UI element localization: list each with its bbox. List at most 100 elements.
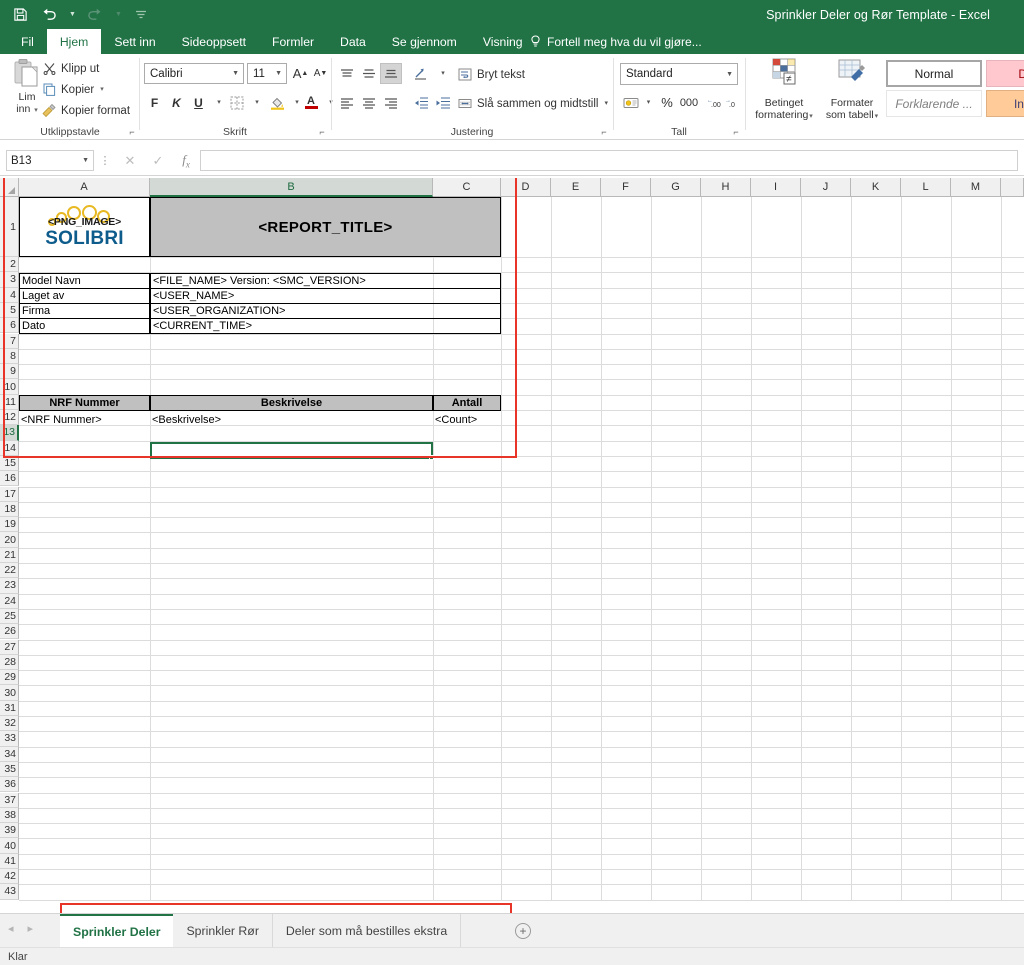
row-header-17[interactable]: 17 [0, 486, 19, 502]
cell-style-forklarende[interactable]: Forklarende ... [886, 90, 982, 117]
sheet-tab-deler-ekstra[interactable]: Deler som må bestilles ekstra [273, 914, 462, 948]
cell-style-darlig[interactable]: Dårlig [986, 60, 1024, 87]
decrease-font-size-button[interactable]: A ▼ [310, 63, 331, 84]
align-middle-icon[interactable] [358, 63, 380, 84]
accounting-format-icon[interactable] [620, 92, 642, 113]
row-header-30[interactable]: 30 [0, 685, 19, 701]
cell-a3[interactable]: Model Navn [19, 273, 150, 289]
row-header-6[interactable]: 6 [0, 318, 19, 334]
align-bottom-icon[interactable] [380, 63, 402, 84]
align-center-icon[interactable] [358, 92, 380, 113]
format-painter-button[interactable]: Kopier format [42, 100, 130, 121]
row-header-9[interactable]: 9 [0, 364, 19, 380]
font-dialog-launcher[interactable]: ⌐ [317, 127, 327, 137]
name-box-dropdown-icon[interactable]: ▼ [82, 157, 89, 164]
align-left-icon[interactable] [336, 92, 358, 113]
row-header-26[interactable]: 26 [0, 624, 19, 640]
cell-a4[interactable]: Laget av [19, 288, 150, 304]
copy-button[interactable]: Kopier ▾ [42, 79, 130, 100]
ribbon-tab-data[interactable]: Data [327, 29, 379, 54]
row-header-40[interactable]: 40 [0, 838, 19, 854]
cell-a5[interactable]: Firma [19, 303, 150, 319]
column-header-n[interactable] [1001, 178, 1024, 197]
row-header-21[interactable]: 21 [0, 547, 19, 563]
cell-c11[interactable]: <Count> [433, 412, 501, 427]
underline-button[interactable]: U [188, 92, 209, 113]
row-header-19[interactable]: 19 [0, 517, 19, 533]
column-header-l[interactable]: L [901, 178, 951, 197]
redo-dropdown-icon[interactable]: ▼ [115, 11, 122, 18]
bold-button[interactable]: F [144, 92, 165, 113]
borders-icon[interactable] [226, 92, 248, 113]
confirm-icon[interactable]: ✓ [144, 153, 172, 169]
row-header-14[interactable]: 14 [0, 440, 19, 456]
wrap-text-button[interactable]: Bryt tekst [458, 64, 525, 85]
select-all-corner[interactable] [0, 178, 19, 197]
row-header-38[interactable]: 38 [0, 807, 19, 824]
redo-icon[interactable] [85, 5, 105, 25]
row-header-2[interactable]: 2 [0, 257, 19, 273]
cell-b10-header[interactable]: Beskrivelse [150, 395, 433, 411]
orientation-dropdown-icon[interactable]: ▾ [432, 63, 453, 84]
increase-indent-icon[interactable] [432, 92, 454, 113]
tell-me-box[interactable]: Fortell meg hva du vil gjøre... [530, 29, 702, 54]
column-header-c[interactable]: C [433, 178, 501, 197]
merge-center-dropdown-icon[interactable]: ▾ [604, 100, 608, 107]
cell-a1-logo[interactable]: <PNG_IMAGE> SOLIBRI [19, 197, 150, 257]
row-header-12[interactable]: 12 [0, 410, 19, 426]
alignment-dialog-launcher[interactable]: ⌐ [599, 127, 609, 137]
row-header-34[interactable]: 34 [0, 746, 19, 762]
decrease-indent-icon[interactable] [410, 92, 432, 113]
customize-qat-icon[interactable] [131, 5, 151, 25]
row-header-4[interactable]: 4 [0, 287, 19, 303]
row-header-10[interactable]: 10 [0, 379, 19, 395]
cell-b11[interactable]: <Beskrivelse> [150, 412, 433, 427]
ribbon-tab-fil[interactable]: Fil [8, 29, 47, 54]
row-header-27[interactable]: 27 [0, 639, 19, 655]
sheet-tab-sprinkler-ror[interactable]: Sprinkler Rør [173, 914, 273, 948]
column-header-m[interactable]: M [951, 178, 1001, 197]
number-format-dropdown-icon[interactable]: ▼ [726, 71, 733, 78]
row-header-43[interactable]: 43 [0, 884, 19, 900]
name-box[interactable]: B13 ▼ [6, 150, 94, 171]
format-as-table-button[interactable]: Formater som tabell▾ [822, 57, 882, 129]
ribbon-tab-hjem[interactable]: Hjem [46, 29, 102, 54]
row-header-7[interactable]: 7 [0, 333, 19, 349]
increase-decimal-icon[interactable]: → .0 [724, 92, 742, 113]
fill-handle[interactable] [429, 455, 434, 460]
increase-font-size-button[interactable]: A ▲ [290, 63, 311, 84]
decrease-decimal-icon[interactable]: ← .00 [706, 92, 724, 113]
undo-icon[interactable] [39, 5, 59, 25]
conditional-formatting-button[interactable]: ≠ Betinget formatering▾ [754, 57, 814, 129]
row-header-1[interactable]: 1 [0, 197, 19, 257]
merge-center-button[interactable]: Slå sammen og midtstill ▾ [458, 93, 608, 114]
row-header-31[interactable]: 31 [0, 700, 19, 716]
cell-style-inndata[interactable]: Inndata [986, 90, 1024, 117]
clipboard-dialog-launcher[interactable]: ⌐ [127, 127, 137, 137]
paste-dropdown-icon[interactable]: ▾ [34, 107, 38, 114]
ribbon-tab-se-gjennom[interactable]: Se gjennom [379, 29, 470, 54]
align-right-icon[interactable] [380, 92, 402, 113]
number-dialog-launcher[interactable]: ⌐ [731, 127, 741, 137]
add-sheet-icon[interactable]: + [515, 923, 531, 939]
row-header-32[interactable]: 32 [0, 716, 19, 732]
comma-style-button[interactable]: 000 [677, 92, 701, 113]
font-size-box[interactable]: 11 ▼ [247, 63, 287, 84]
row-header-3[interactable]: 3 [0, 272, 19, 288]
row-header-29[interactable]: 29 [0, 670, 19, 686]
row-header-8[interactable]: 8 [0, 348, 19, 365]
row-header-25[interactable]: 25 [0, 608, 19, 625]
row-header-36[interactable]: 36 [0, 777, 19, 793]
active-cell-selection[interactable] [150, 442, 433, 459]
ribbon-tab-formler[interactable]: Formler [259, 29, 327, 54]
cell-c10-header[interactable]: Antall [433, 395, 501, 411]
font-color-icon[interactable]: A [300, 92, 322, 113]
column-header-j[interactable]: J [801, 178, 851, 197]
cell-area[interactable]: <PNG_IMAGE> SOLIBRI <REPORT_TITLE> Model… [19, 197, 1024, 913]
row-header-20[interactable]: 20 [0, 532, 19, 548]
cell-b6[interactable]: <CURRENT_TIME> [150, 318, 501, 334]
ribbon-tab-sideoppsett[interactable]: Sideoppsett [169, 29, 259, 54]
cell-b3[interactable]: <FILE_NAME> Version: <SMC_VERSION> [150, 273, 501, 289]
number-format-box[interactable]: Standard ▼ [620, 63, 738, 85]
row-header-15[interactable]: 15 [0, 455, 19, 472]
